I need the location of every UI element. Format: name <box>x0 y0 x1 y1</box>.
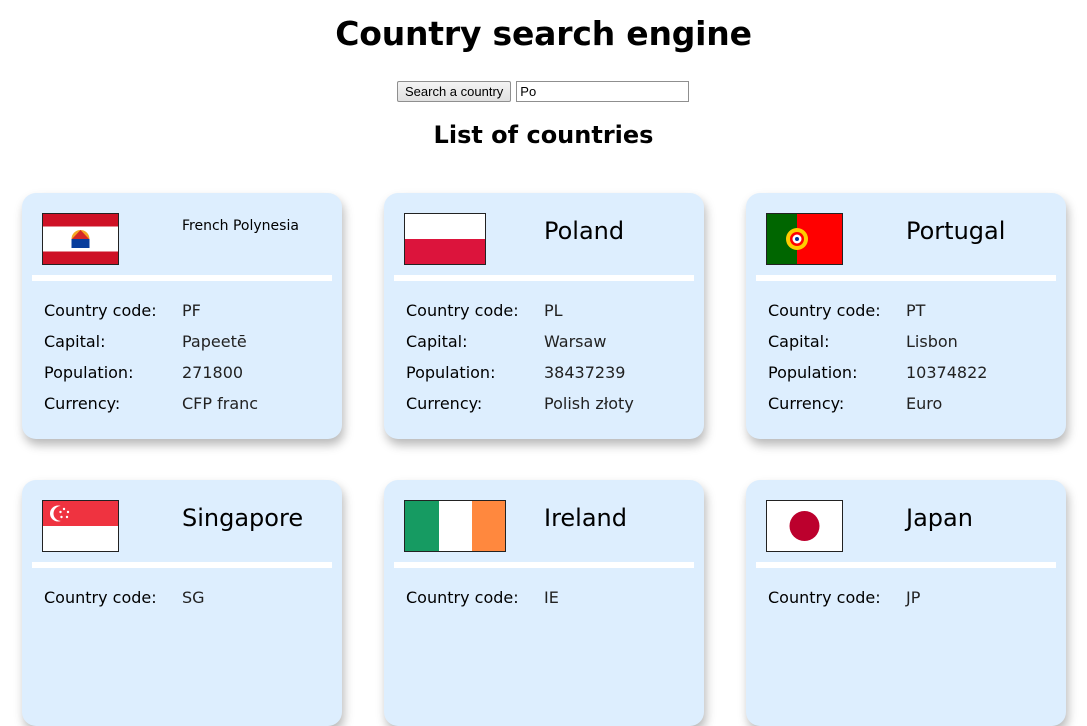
label-code: Country code: <box>768 301 881 320</box>
divider <box>394 562 694 568</box>
value-currency: Polish złoty <box>544 394 634 413</box>
label-capital: Capital: <box>44 332 106 351</box>
flag-portugal-icon <box>766 213 843 265</box>
country-name: Ireland <box>544 504 628 532</box>
page-title: Country search engine <box>335 14 752 53</box>
label-capital: Capital: <box>768 332 830 351</box>
label-population: Population: <box>406 363 496 382</box>
flag-ireland-icon <box>404 500 506 552</box>
value-code: JP <box>906 588 921 607</box>
value-currency: Euro <box>906 394 943 413</box>
country-name: Singapore <box>182 504 304 532</box>
country-name: Poland <box>544 217 625 245</box>
value-population: 271800 <box>182 363 244 382</box>
label-capital: Capital: <box>406 332 468 351</box>
country-card: French Polynesia Country code: PF Capital… <box>22 193 342 439</box>
value-capital: Warsaw <box>544 332 607 351</box>
divider <box>32 562 332 568</box>
label-code: Country code: <box>44 301 157 320</box>
label-population: Population: <box>768 363 858 382</box>
value-code: PF <box>182 301 201 320</box>
value-code: IE <box>544 588 559 607</box>
value-code: PT <box>906 301 926 320</box>
value-population: 38437239 <box>544 363 626 382</box>
divider <box>756 562 1056 568</box>
flag-singapore-icon <box>42 500 119 552</box>
value-population: 10374822 <box>906 363 988 382</box>
search-input[interactable] <box>516 81 690 102</box>
label-code: Country code: <box>406 301 519 320</box>
country-card: Ireland Country code: IE <box>384 480 704 726</box>
country-card: Portugal Country code: PT Capital: Lisbon … <box>746 193 1066 439</box>
value-code: PL <box>544 301 563 320</box>
country-card: Poland Country code: PL Capital: Warsaw Po… <box>384 193 704 439</box>
label-currency: Currency: <box>406 394 483 413</box>
flag-poland-icon <box>404 213 486 265</box>
flag-japan-icon <box>766 500 843 552</box>
value-currency: CFP franc <box>182 394 259 413</box>
country-card: Singapore Country code: SG <box>22 480 342 726</box>
divider <box>394 275 694 281</box>
value-capital: Papeetē <box>182 332 247 351</box>
value-capital: Lisbon <box>906 332 958 351</box>
country-name: Portugal <box>906 217 1006 245</box>
divider <box>756 275 1056 281</box>
list-heading: List of countries <box>433 121 654 149</box>
divider <box>32 275 332 281</box>
label-code: Country code: <box>44 588 157 607</box>
country-name: Japan <box>906 504 973 532</box>
country-card: Japan Country code: JP <box>746 480 1066 726</box>
label-code: Country code: <box>406 588 519 607</box>
search-bar: Search a country <box>397 81 690 102</box>
label-currency: Currency: <box>768 394 845 413</box>
label-population: Population: <box>44 363 134 382</box>
value-code: SG <box>182 588 205 607</box>
country-name: French Polynesia <box>182 218 299 234</box>
flag-french-polynesia-icon <box>42 213 119 265</box>
label-currency: Currency: <box>44 394 121 413</box>
search-country-button[interactable]: Search a country <box>397 81 512 102</box>
label-code: Country code: <box>768 588 881 607</box>
